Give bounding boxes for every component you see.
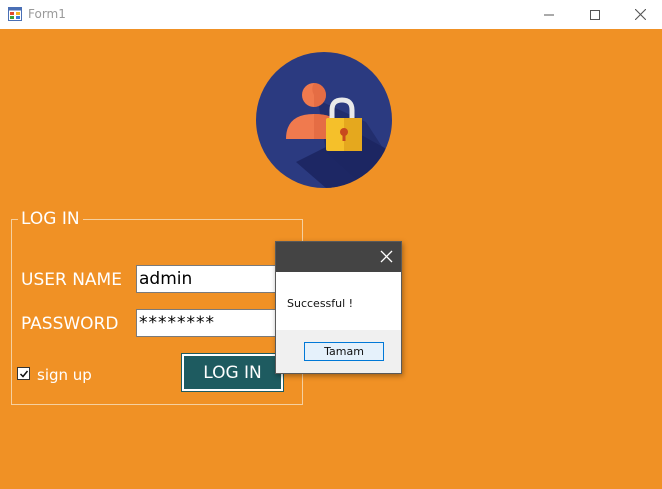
message-text: Successful ! [287, 297, 354, 310]
title-bar: Form1 [0, 0, 662, 29]
ok-button[interactable]: Tamam [304, 342, 384, 361]
window-title: Form1 [28, 7, 66, 21]
maximize-button[interactable] [572, 0, 618, 29]
form-client-area: LOG IN USER NAME admin PASSWORD ********… [0, 29, 662, 489]
maximize-icon [590, 9, 600, 20]
minimize-icon [544, 14, 554, 15]
message-box-header [276, 242, 401, 272]
username-label: USER NAME [21, 270, 122, 290]
message-box-footer: Tamam [276, 330, 401, 373]
signup-checkbox[interactable] [17, 367, 30, 380]
login-button[interactable]: LOG IN [182, 354, 283, 391]
checkmark-icon [19, 370, 28, 378]
close-icon[interactable] [380, 250, 393, 263]
username-field[interactable]: admin [136, 265, 296, 293]
login-group-title: LOG IN [18, 209, 83, 229]
password-field[interactable]: ******** [136, 309, 296, 337]
user-lock-icon [256, 52, 392, 188]
message-box: Successful ! Tamam [275, 241, 402, 374]
close-button[interactable] [617, 0, 662, 29]
signup-label[interactable]: sign up [37, 366, 92, 384]
close-icon [634, 9, 646, 20]
password-label: PASSWORD [21, 314, 119, 334]
minimize-button[interactable] [526, 0, 572, 29]
form-app-icon [8, 7, 22, 21]
